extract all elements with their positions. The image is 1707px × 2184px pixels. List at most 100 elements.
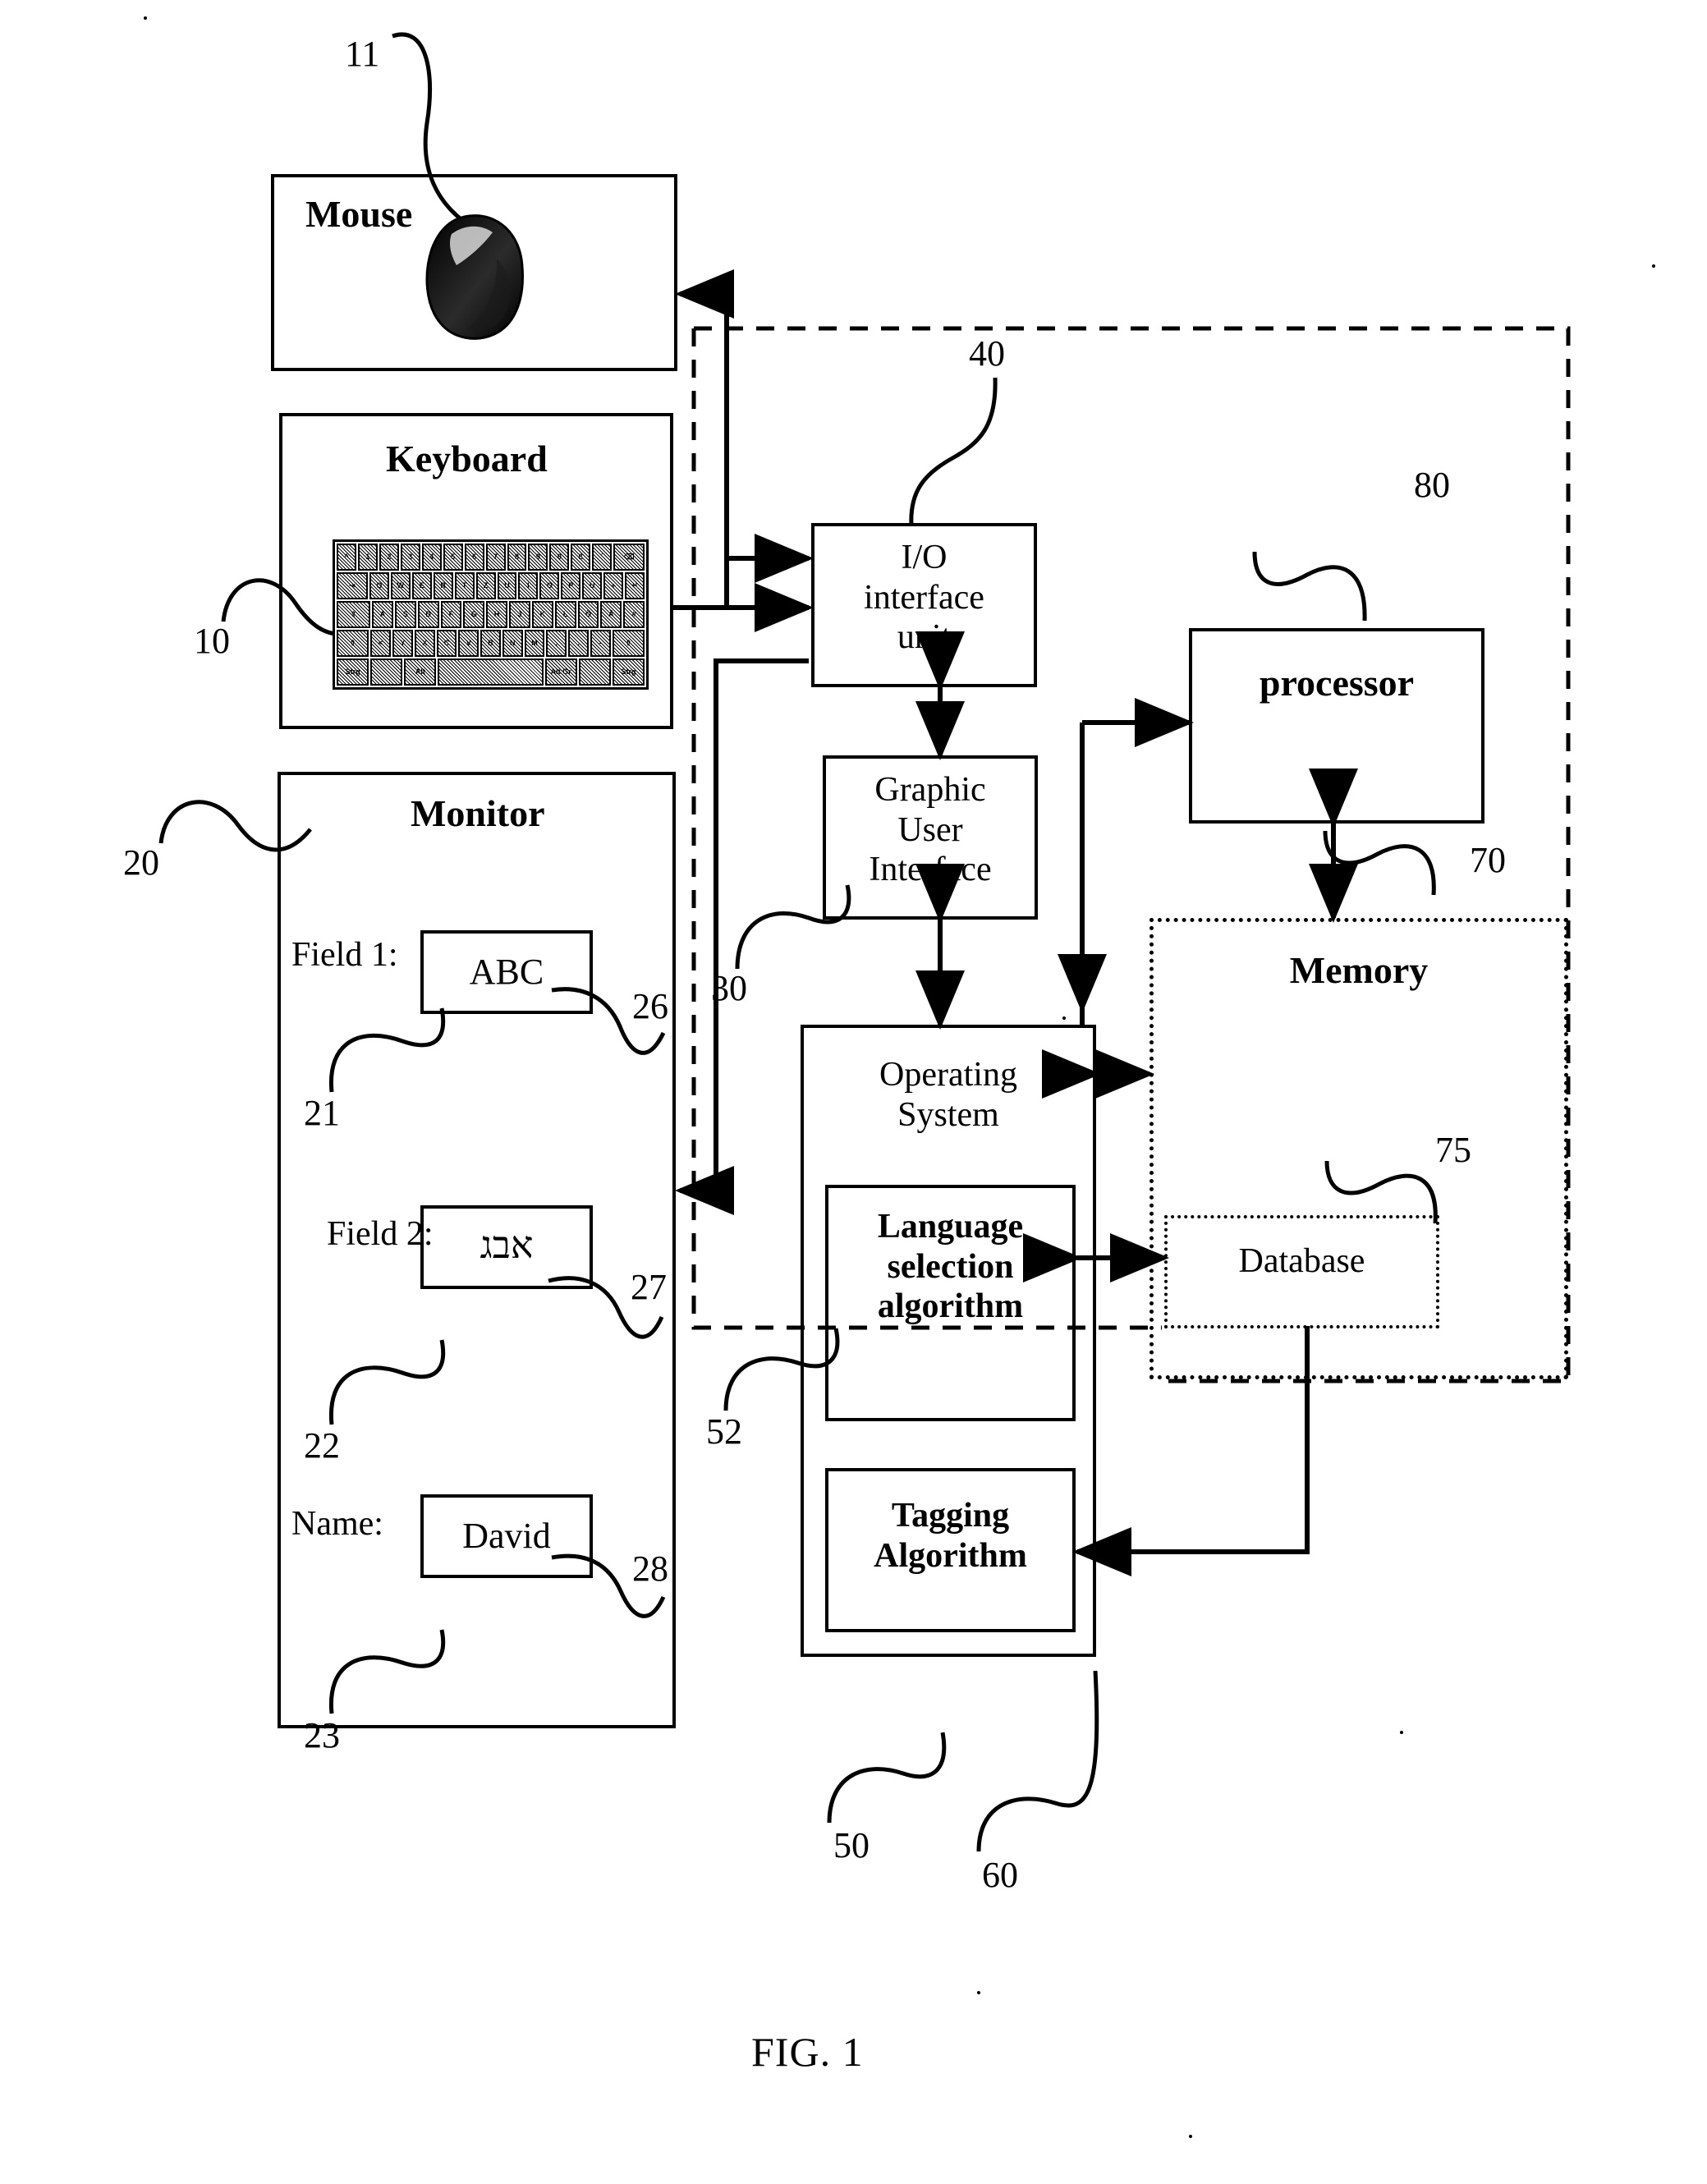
key-enter: ↵: [625, 572, 645, 599]
key: 3: [400, 544, 420, 571]
field-1-label: Field 1:: [291, 936, 398, 974]
ref-70: 70: [1470, 840, 1506, 880]
keyboard-row: ⇪ A S D F G H J K L Ö Ä #: [337, 601, 645, 628]
key: 5: [443, 544, 463, 571]
key: 8: [507, 544, 527, 571]
key: Z: [475, 572, 496, 599]
key: M: [524, 630, 545, 657]
ref-40: 40: [969, 333, 1005, 374]
keyboard-image: ^ 1 2 3 4 5 6 7 8 9 0 ß ´ ⌫ ⇥ Q W E R T …: [333, 539, 649, 690]
key: V: [458, 630, 480, 657]
database-title: Database: [1238, 1242, 1365, 1280]
scan-speck: [1189, 2135, 1192, 2138]
key: T: [454, 572, 475, 599]
figure-caption: FIG. 1: [751, 2029, 864, 2075]
field-2-label-text: Field 2:: [327, 1215, 434, 1253]
ref-10: 10: [194, 621, 230, 661]
key: J: [509, 601, 530, 628]
key: 6: [464, 544, 484, 571]
key: G: [463, 601, 485, 628]
keyboard-row: ⇥ Q W E R T Z U I O P Ü + ↵: [337, 572, 645, 599]
field-2-label: Field 2:: [327, 1215, 434, 1254]
ref-80: 80: [1414, 465, 1450, 505]
key: C: [436, 630, 457, 657]
ref-26: 26: [632, 986, 668, 1026]
key: Ä: [600, 601, 622, 628]
field-3-value: David: [462, 1516, 551, 1556]
ref-23: 23: [304, 1715, 340, 1755]
key-alt: Alt: [404, 658, 437, 686]
key: E: [411, 572, 432, 599]
key-win-right: [578, 658, 611, 686]
ref-21: 21: [304, 1093, 340, 1133]
operating-system-title: Operating System: [879, 1056, 1017, 1134]
ref-11: 11: [345, 34, 380, 74]
key: N: [502, 630, 523, 657]
scan-speck: [1062, 1016, 1066, 1020]
key-caps: ⇪: [337, 601, 371, 628]
scan-speck: [1652, 264, 1655, 268]
key: ß: [571, 544, 591, 571]
patent-figure-page: Mouse 11 Keyboard ^ 1 2 3 4 5 6 7 8 9 0: [0, 0, 1707, 2184]
key: F: [440, 601, 462, 628]
key: H: [486, 601, 508, 628]
key: -: [590, 630, 611, 657]
mouse-icon: [425, 214, 524, 340]
key-win-left: [370, 658, 403, 686]
memory-title: Memory: [1289, 949, 1429, 991]
key: ,: [546, 630, 567, 657]
key: I: [518, 572, 539, 599]
key: Ö: [577, 601, 599, 628]
key: +: [603, 572, 624, 599]
key: L: [554, 601, 576, 628]
key: 0: [549, 544, 570, 571]
io-interface-title: I/O interface unit: [864, 539, 984, 657]
keyboard-title: Keyboard: [386, 438, 548, 479]
key: B: [480, 630, 501, 657]
monitor-title: Monitor: [411, 792, 545, 834]
ref-22: 22: [304, 1425, 340, 1466]
tagging-algorithm-title: Tagging Algorithm: [874, 1497, 1027, 1575]
key: K: [531, 601, 553, 628]
key-shift-left: ⇧: [337, 630, 369, 657]
keyboard-row: ⇧ < Y X C V B N M , . - ⇧: [337, 630, 645, 657]
key: ^: [337, 544, 356, 571]
key-space: [438, 658, 544, 686]
key-ctrl-left: Strg: [337, 658, 369, 686]
ref-20: 20: [123, 842, 159, 883]
key: D: [417, 601, 439, 628]
key: Ü: [582, 572, 603, 599]
scan-speck: [1400, 1731, 1403, 1734]
key: P: [561, 572, 581, 599]
field-3-label: Name:: [291, 1505, 383, 1543]
key: A: [372, 601, 393, 628]
key-backspace: ⌫: [613, 544, 645, 571]
keyboard-row: ^ 1 2 3 4 5 6 7 8 9 0 ß ´ ⌫: [337, 544, 645, 571]
key: 9: [528, 544, 548, 571]
key: Q: [369, 572, 389, 599]
key-tab: ⇥: [337, 572, 368, 599]
key-ctrl-right: Strg: [612, 658, 645, 686]
field-2-value: אבג: [480, 1224, 534, 1266]
processor-box: [1189, 628, 1484, 824]
ref-30: 30: [711, 968, 747, 1008]
key: .: [568, 630, 589, 657]
key: #: [623, 601, 645, 628]
mouse-title: Mouse: [305, 193, 413, 235]
ref-28: 28: [632, 1549, 668, 1589]
ref-27: 27: [631, 1267, 667, 1307]
key: S: [394, 601, 416, 628]
ref-60: 60: [982, 1855, 1018, 1895]
processor-title: processor: [1259, 662, 1415, 704]
key: Y: [392, 630, 413, 657]
field-1-value: ABC: [469, 952, 544, 992]
key-shift-right: ⇧: [612, 630, 645, 657]
key: ´: [592, 544, 613, 571]
keyboard-row: Strg Alt Alt Gr Strg: [337, 658, 645, 686]
key: <: [370, 630, 392, 657]
ref-50: 50: [833, 1825, 870, 1865]
scan-speck: [977, 1991, 980, 1994]
key: U: [497, 572, 517, 599]
key: 4: [421, 544, 442, 571]
ref-75: 75: [1435, 1130, 1471, 1170]
